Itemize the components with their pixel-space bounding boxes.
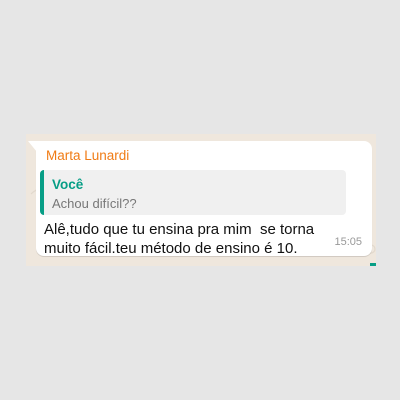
- message-bubble[interactable]: Marta Lunardi Você Achou difícil?? Alê,t…: [28, 141, 372, 257]
- sender-name[interactable]: Marta Lunardi: [46, 148, 129, 163]
- bubble-tail: [28, 141, 37, 152]
- quote-accent-bar: [40, 170, 44, 215]
- chat-background: Marta Lunardi Você Achou difícil?? Alê,t…: [26, 134, 376, 266]
- message-timestamp: 15:05: [334, 236, 362, 248]
- quoted-message[interactable]: Você Achou difícil??: [40, 170, 346, 215]
- accent-marker: [370, 263, 376, 266]
- quoted-text: Achou difícil??: [52, 196, 137, 211]
- message-text: Alê,tudo que tu ensina pra mim se torna …: [44, 221, 319, 257]
- quoted-author: Você: [52, 177, 84, 192]
